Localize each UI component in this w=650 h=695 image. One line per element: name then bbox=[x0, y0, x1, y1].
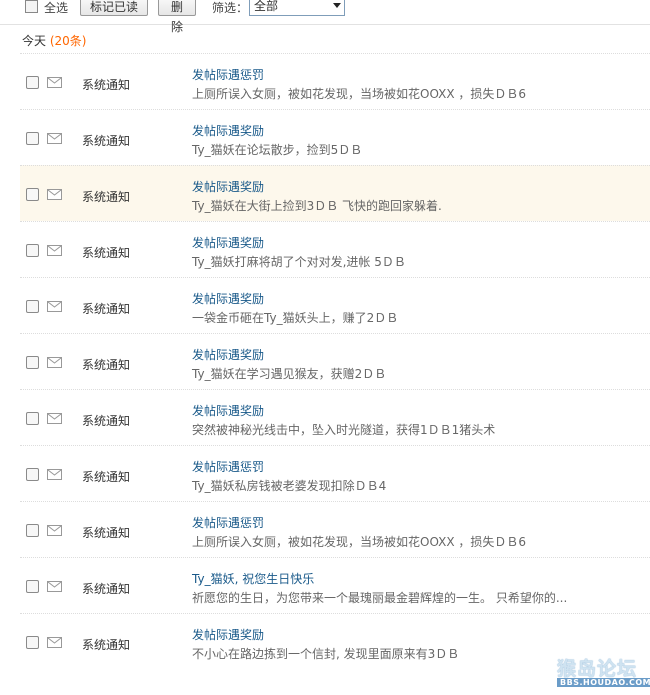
message-title-link[interactable]: 发帖际遇奖励 bbox=[192, 626, 264, 643]
message-title-link[interactable]: 发帖际遇奖励 bbox=[192, 234, 264, 251]
message-sender: 系统通知 bbox=[82, 190, 131, 204]
message-row[interactable]: 系统通知 发帖际遇奖励 Ty_猫妖在论坛散步，捡到5ＤＢ bbox=[20, 109, 650, 165]
message-checkbox[interactable] bbox=[26, 300, 39, 313]
filter-select-value: 全部 bbox=[254, 0, 279, 13]
message-summary: Ty_猫妖在学习遇见猴友，获赠2ＤＢ bbox=[192, 367, 387, 381]
message-summary: 上厕所误入女厕，被如花发现，当场被如花OOXX ，损失ＤＢ6 bbox=[192, 87, 527, 101]
message-title-link[interactable]: 发帖际遇惩罚 bbox=[192, 66, 264, 83]
message-row[interactable]: 系统通知 发帖际遇奖励突然被神秘光线击中，坠入时光隧道，获得1ＤＢ1猪头术 bbox=[20, 389, 650, 445]
envelope-icon bbox=[47, 637, 62, 648]
message-row[interactable]: 系统通知 发帖际遇奖励一袋金币砸在Ty_猫妖头上，赚了2ＤＢ bbox=[20, 277, 650, 333]
message-sender: 系统通知 bbox=[82, 526, 131, 540]
message-row[interactable]: 系统通知 发帖际遇奖励 Ty_猫妖在大街上捡到3ＤＢ 飞快的跑回家躲着. bbox=[20, 165, 650, 221]
message-summary: 不小心在路边拣到一个信封, 发现里面原来有3ＤＢ bbox=[192, 647, 460, 661]
message-row[interactable]: 系统通知 发帖际遇惩罚 Ty_猫妖私房钱被老婆发现扣除ＤＢ4 bbox=[20, 445, 650, 501]
message-checkbox[interactable] bbox=[26, 524, 39, 537]
message-checkbox[interactable] bbox=[26, 188, 39, 201]
message-checkbox[interactable] bbox=[26, 412, 39, 425]
select-all-checkbox[interactable] bbox=[25, 0, 38, 13]
envelope-icon bbox=[47, 301, 62, 312]
message-summary: 突然被神秘光线击中，坠入时光隧道，获得1ＤＢ1猪头术 bbox=[192, 423, 496, 437]
envelope-icon bbox=[47, 189, 62, 200]
message-title-link[interactable]: 发帖际遇奖励 bbox=[192, 346, 264, 363]
message-title-link[interactable]: 发帖际遇奖励 bbox=[192, 122, 264, 139]
section-count: (20条) bbox=[49, 34, 87, 48]
message-sender: 系统通知 bbox=[82, 414, 131, 428]
message-list: 系统通知 发帖际遇惩罚 上厕所误入女厕，被如花发现，当场被如花OOXX ，损失ＤＢ6… bbox=[20, 53, 650, 669]
message-checkbox[interactable] bbox=[26, 356, 39, 369]
select-all-label: 全选 bbox=[44, 1, 69, 15]
message-sender: 系统通知 bbox=[82, 582, 131, 596]
message-sender: 系统通知 bbox=[82, 78, 131, 92]
message-sender: 系统通知 bbox=[82, 358, 131, 372]
message-summary: 祈愿您的生日，为您带来一个最瑰丽最金碧辉煌的一生。 只希望你的... bbox=[192, 591, 568, 605]
message-checkbox[interactable] bbox=[26, 244, 39, 257]
message-checkbox[interactable] bbox=[26, 636, 39, 649]
envelope-icon bbox=[47, 245, 62, 256]
message-title-link[interactable]: 发帖际遇奖励 bbox=[192, 290, 264, 307]
message-title-link[interactable]: Ty_猫妖, 祝您生日快乐 bbox=[192, 570, 314, 587]
message-sender: 系统通知 bbox=[82, 302, 131, 316]
message-checkbox[interactable] bbox=[26, 468, 39, 481]
watermark-url: BBS.HOUDAO.COM bbox=[557, 678, 650, 687]
message-sender: 系统通知 bbox=[82, 246, 131, 260]
message-sender: 系统通知 bbox=[82, 470, 131, 484]
filter-select[interactable]: 全部 bbox=[249, 0, 345, 16]
envelope-icon bbox=[47, 133, 62, 144]
watermark-logo: 猴岛论坛 BBS.HOUDAO.COM bbox=[557, 654, 650, 690]
message-summary: Ty_猫妖在大街上捡到3ＤＢ 飞快的跑回家躲着. bbox=[192, 199, 442, 213]
envelope-icon bbox=[47, 77, 62, 88]
message-row[interactable]: 系统通知 发帖际遇奖励不小心在路边拣到一个信封, 发现里面原来有3ＤＢ bbox=[20, 613, 650, 669]
section-label: 今天 bbox=[22, 34, 47, 48]
message-title-link[interactable]: 发帖际遇惩罚 bbox=[192, 458, 264, 475]
delete-button[interactable]: 删除 bbox=[158, 0, 196, 34]
message-summary: Ty_猫妖打麻将胡了个对对发,进帐 5ＤＢ bbox=[192, 255, 406, 269]
message-title-link[interactable]: 发帖际遇惩罚 bbox=[192, 514, 264, 531]
message-sender: 系统通知 bbox=[82, 638, 131, 652]
message-summary: 一袋金币砸在Ty_猫妖头上，赚了2ＤＢ bbox=[192, 311, 399, 325]
message-checkbox[interactable] bbox=[26, 580, 39, 593]
message-summary: Ty_猫妖私房钱被老婆发现扣除ＤＢ4 bbox=[192, 479, 387, 493]
envelope-icon bbox=[47, 413, 62, 424]
message-row[interactable]: 系统通知 发帖际遇奖励 Ty_猫妖打麻将胡了个对对发,进帐 5ＤＢ bbox=[20, 221, 650, 277]
envelope-icon bbox=[47, 581, 62, 592]
message-row[interactable]: 系统通知 发帖际遇惩罚上厕所误入女厕，被如花发现，当场被如花OOXX ，损失ＤＢ6 bbox=[20, 501, 650, 557]
section-header: 今天 (20条) bbox=[22, 32, 86, 49]
message-title-link[interactable]: 发帖际遇奖励 bbox=[192, 402, 264, 419]
mark-read-button[interactable]: 标记已读 bbox=[80, 0, 148, 16]
envelope-icon bbox=[47, 357, 62, 368]
message-sender: 系统通知 bbox=[82, 134, 131, 148]
message-summary: 上厕所误入女厕，被如花发现，当场被如花OOXX ，损失ＤＢ6 bbox=[192, 535, 527, 549]
message-row[interactable]: 系统通知 Ty_猫妖, 祝您生日快乐祈愿您的生日，为您带来一个最瑰丽最金碧辉煌的一… bbox=[20, 557, 650, 613]
message-checkbox[interactable] bbox=[26, 76, 39, 89]
message-checkbox[interactable] bbox=[26, 132, 39, 145]
chevron-down-icon bbox=[333, 3, 341, 8]
message-row[interactable]: 系统通知 发帖际遇奖励 Ty_猫妖在学习遇见猴友，获赠2ＤＢ bbox=[20, 333, 650, 389]
envelope-icon bbox=[47, 469, 62, 480]
watermark-title: 猴岛论坛 bbox=[557, 658, 638, 680]
toolbar: 全选 标记已读 删除 筛选： 全部 bbox=[0, 0, 650, 34]
filter-label: 筛选： bbox=[212, 1, 249, 15]
message-summary: Ty_猫妖在论坛散步，捡到5ＤＢ bbox=[192, 143, 363, 157]
message-row[interactable]: 系统通知 发帖际遇惩罚上厕所误入女厕，被如花发现，当场被如花OOXX ，损失ＤＢ6 bbox=[20, 53, 650, 109]
message-title-link[interactable]: 发帖际遇奖励 bbox=[192, 178, 264, 195]
envelope-icon bbox=[47, 525, 62, 536]
